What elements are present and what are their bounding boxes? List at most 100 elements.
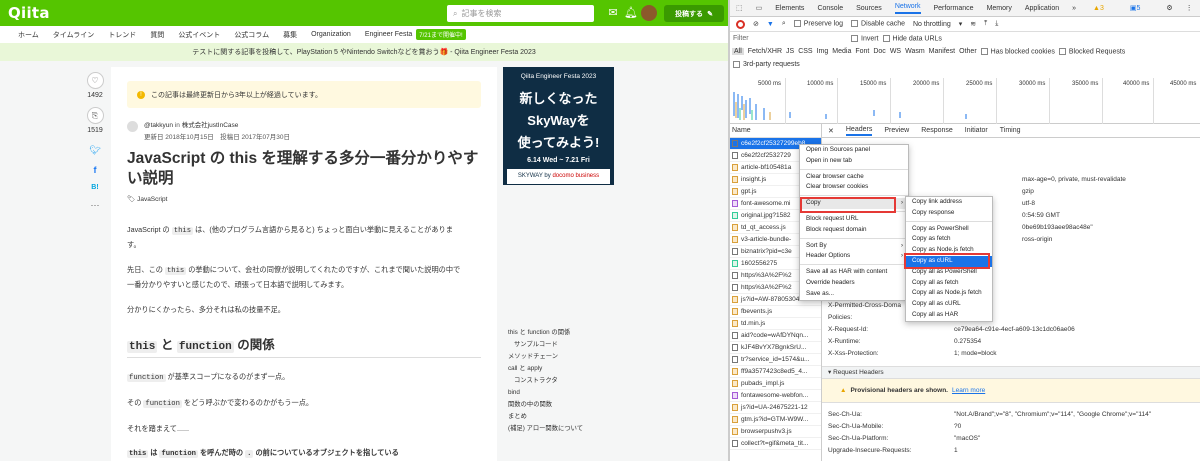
nav-engineer-festa[interactable]: Engineer Festa: [365, 31, 412, 38]
author-name[interactable]: @takkyun: [144, 122, 173, 129]
type-ws[interactable]: WS: [890, 48, 901, 55]
request-row[interactable]: js?id=UA-24675221-12: [730, 402, 821, 414]
menu-copy-all-har[interactable]: Copy all as HAR: [906, 310, 992, 321]
menu-copy-powershell[interactable]: Copy as PowerShell: [906, 224, 992, 235]
request-row[interactable]: fbevents.js: [730, 306, 821, 318]
type-js[interactable]: JS: [786, 48, 794, 55]
request-row[interactable]: tr?service_id=1574&u...: [730, 354, 821, 366]
avatar[interactable]: [641, 5, 657, 21]
request-row[interactable]: browserpushv3.js: [730, 426, 821, 438]
name-column-header[interactable]: Name: [730, 124, 821, 138]
toc-item[interactable]: call と apply: [508, 363, 583, 375]
type-doc[interactable]: Doc: [873, 48, 885, 55]
menu-copy-fetch[interactable]: Copy as fetch: [906, 234, 992, 245]
request-row[interactable]: pubads_impl.js: [730, 378, 821, 390]
settings-icon[interactable]: ⚙: [1166, 4, 1172, 12]
type-img[interactable]: Img: [817, 48, 829, 55]
menu-header-options[interactable]: Header Options ›: [800, 251, 908, 262]
menu-copy-all-node-fetch[interactable]: Copy all as Node.js fetch: [906, 288, 992, 299]
request-row[interactable]: ff9a3577423c8ed5_4...: [730, 366, 821, 378]
type-media[interactable]: Media: [832, 48, 851, 55]
toc-item[interactable]: (補足) アロー関数について: [508, 423, 583, 435]
nav-questions[interactable]: 質問: [150, 30, 164, 40]
toc-item[interactable]: bind: [508, 387, 583, 399]
toc-item[interactable]: 関数の中の関数: [508, 399, 583, 411]
nav-trend[interactable]: トレンド: [108, 30, 136, 40]
tab-response[interactable]: Response: [921, 127, 953, 134]
request-row[interactable]: kJF4BvYX7BgnkSrU...: [730, 342, 821, 354]
more-icon[interactable]: ···: [85, 200, 105, 210]
skyway-ad[interactable]: Qiita Engineer Festa 2023 新しくなった SkyWayを…: [503, 67, 614, 185]
hide-data-urls-checkbox[interactable]: Hide data URLs: [882, 34, 942, 42]
tab-application[interactable]: Application: [1025, 5, 1059, 12]
request-row[interactable]: fontawesome-webfon...: [730, 390, 821, 402]
filter-icon[interactable]: ▼: [767, 21, 774, 28]
qiita-logo[interactable]: Qiita: [8, 4, 50, 22]
nav-recruit[interactable]: 募集: [283, 30, 297, 40]
type-font[interactable]: Font: [855, 48, 869, 55]
tab-performance[interactable]: Performance: [934, 5, 974, 12]
menu-sort-by[interactable]: Sort By ›: [800, 241, 908, 252]
learn-more-link[interactable]: Learn more: [952, 387, 985, 394]
request-headers-section[interactable]: ▾ Request Headers: [822, 366, 1200, 379]
record-icon[interactable]: [736, 19, 745, 29]
third-party-checkbox[interactable]: 3rd-party requests: [730, 58, 1200, 71]
menu-copy-all-curl[interactable]: Copy all as cURL: [906, 299, 992, 310]
tab-initiator[interactable]: Initiator: [965, 127, 988, 134]
author-avatar[interactable]: [127, 121, 138, 132]
menu-block-domain[interactable]: Block request domain: [800, 225, 908, 236]
throttle-select[interactable]: No throttling: [913, 21, 951, 28]
nav-official-events[interactable]: 公式イベント: [178, 30, 220, 40]
tab-memory[interactable]: Memory: [987, 5, 1012, 12]
info-count[interactable]: ▣5: [1130, 4, 1154, 12]
menu-block-url[interactable]: Block request URL: [800, 214, 908, 225]
menu-open-new-tab[interactable]: Open in new tab: [800, 156, 908, 167]
device-icon[interactable]: ▭: [756, 4, 763, 12]
tab-sources[interactable]: Sources: [856, 5, 882, 12]
timeline-overview[interactable]: 5000 ms 10000 ms 15000 ms 20000 ms 25000…: [730, 74, 1200, 124]
search-input[interactable]: ⌕ 記事を検索: [447, 5, 594, 22]
tab-network[interactable]: Network: [894, 3, 921, 14]
export-icon[interactable]: ⤓: [995, 20, 998, 28]
filter-input[interactable]: Filter: [733, 35, 833, 42]
import-icon[interactable]: ⤒: [984, 20, 987, 28]
toc-item[interactable]: this と function の関係: [508, 327, 583, 339]
hatena-icon[interactable]: B!: [85, 184, 105, 191]
twitter-icon[interactable]: 🐦︎: [85, 145, 105, 156]
type-other[interactable]: Other: [959, 48, 977, 55]
type-css[interactable]: CSS: [798, 48, 812, 55]
menu-copy-all-fetch[interactable]: Copy all as fetch: [906, 278, 992, 289]
menu-copy-link[interactable]: Copy link address: [906, 197, 992, 208]
clear-icon[interactable]: ⊘: [753, 20, 759, 28]
menu-save-as[interactable]: Save as...: [800, 289, 908, 300]
preserve-log-checkbox[interactable]: Preserve log: [793, 20, 843, 28]
campaign-banner[interactable]: テストに関する記事を投稿して、PlayStation 5 やNintendo S…: [0, 43, 728, 61]
type-fetch[interactable]: Fetch/XHR: [748, 48, 782, 55]
tab-preview[interactable]: Preview: [884, 127, 909, 134]
type-manifest[interactable]: Manifest: [929, 48, 955, 55]
blocked-requests-checkbox[interactable]: Blocked Requests: [1058, 47, 1125, 55]
nav-organization[interactable]: Organization: [311, 31, 351, 38]
toc-item[interactable]: コンストラクタ: [508, 375, 583, 387]
request-row[interactable]: aid?code=wAfDYNqn...: [730, 330, 821, 342]
menu-clear-cookies[interactable]: Clear browser cookies: [800, 182, 908, 193]
org-name[interactable]: 株式会社justInCase: [182, 122, 239, 129]
inspect-icon[interactable]: ⬚: [736, 4, 743, 12]
toc-item[interactable]: サンプルコード: [508, 339, 583, 351]
kebab-icon[interactable]: ⋮: [1186, 4, 1193, 12]
type-all[interactable]: All: [732, 48, 744, 55]
facebook-icon[interactable]: f: [85, 165, 105, 175]
search-icon[interactable]: ⌕: [782, 20, 786, 28]
tab-more[interactable]: »: [1072, 5, 1076, 12]
request-row[interactable]: td.min.js: [730, 318, 821, 330]
post-button[interactable]: 投稿する ✎: [664, 5, 724, 22]
blocked-cookies-checkbox[interactable]: Has blocked cookies: [980, 47, 1055, 55]
mail-icon[interactable]: ✉: [606, 6, 620, 20]
request-row[interactable]: gtm.js?id=GTM-W9W...: [730, 414, 821, 426]
type-wasm[interactable]: Wasm: [905, 48, 925, 55]
bell-icon[interactable]: 🔔︎: [624, 6, 638, 20]
nav-official-columns[interactable]: 公式コラム: [234, 30, 269, 40]
tab-headers[interactable]: Headers: [845, 126, 873, 136]
menu-clear-cache[interactable]: Clear browser cache: [800, 172, 908, 183]
request-row[interactable]: collect?t=gif&meta_tit...: [730, 438, 821, 450]
